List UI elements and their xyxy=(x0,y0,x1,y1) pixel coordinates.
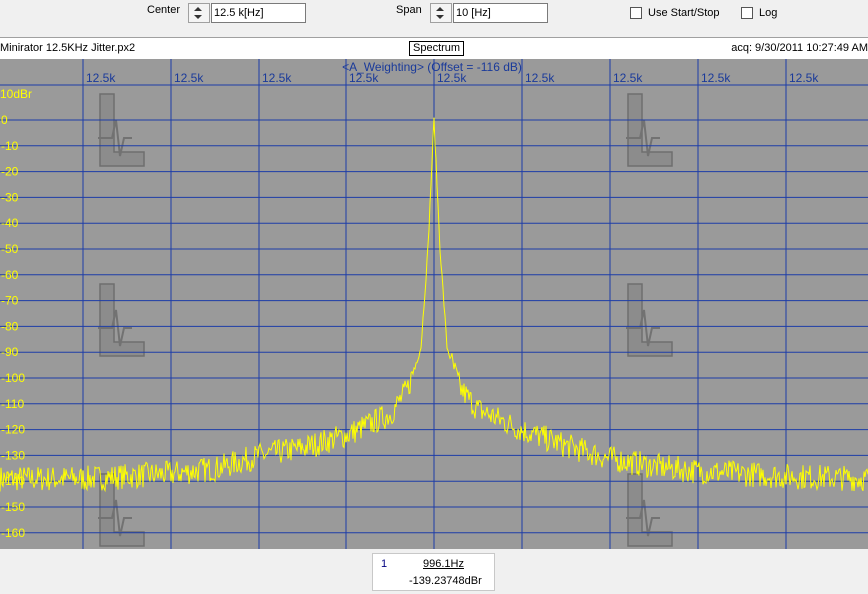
cursor-index: 1 xyxy=(381,558,388,570)
spin-up-icon[interactable] xyxy=(436,7,444,11)
x-tick-label: 12.5k xyxy=(613,71,643,85)
y-tick-label: -130 xyxy=(1,448,25,462)
watermark-logo xyxy=(625,283,673,357)
y-tick-label: -30 xyxy=(1,190,19,204)
x-tick-label: 12.5k xyxy=(701,71,731,85)
y-tick-label: 0 xyxy=(1,113,8,127)
watermark-logo xyxy=(97,283,145,357)
x-tick-label: 12.5k xyxy=(174,71,204,85)
y-tick-label: -150 xyxy=(1,500,25,514)
y-tick-label: -40 xyxy=(1,216,19,230)
y-tick-label: -100 xyxy=(1,371,25,385)
spin-down-icon[interactable] xyxy=(194,15,202,19)
y-tick-label: -50 xyxy=(1,242,19,256)
span-input[interactable]: 10 [Hz] xyxy=(453,3,548,23)
file-name: Minirator 12.5KHz Jitter.px2 xyxy=(0,42,136,54)
x-tick-label: 12.5k xyxy=(525,71,555,85)
acquisition-time: acq: 9/30/2011 10:27:49 AM xyxy=(731,42,868,54)
grid-lines xyxy=(0,59,868,549)
chart-title: <A_Weighting> (Offset = -116 dB) xyxy=(342,60,522,74)
use-start-stop-label: Use Start/Stop xyxy=(648,7,720,19)
toolbar: Center 12.5 k[Hz] Span 10 [Hz] Use Start… xyxy=(0,0,868,36)
center-input[interactable]: 12.5 k[Hz] xyxy=(211,3,306,23)
y-tick-label: -90 xyxy=(1,345,19,359)
y-tick-label: -110 xyxy=(1,397,24,411)
watermark-logo xyxy=(625,93,673,167)
y-tick-label: -10 xyxy=(1,139,19,153)
watermark-layer xyxy=(97,93,673,547)
x-tick-label: 12.5k xyxy=(789,71,819,85)
span-spinner[interactable] xyxy=(430,3,452,23)
spin-down-icon[interactable] xyxy=(436,15,444,19)
span-label: Span xyxy=(396,4,422,16)
center-label: Center xyxy=(147,4,181,16)
y-tick-label: -120 xyxy=(1,423,25,437)
y-tick-label: -160 xyxy=(1,526,25,540)
y-tick-label: -60 xyxy=(1,268,19,282)
spectrum-plot[interactable]: 12.5k 12.5k 12.5k 12.5k 12.5k 12.5k 12.5k 12.5k… xyxy=(0,59,868,549)
cursor-readout: 1 996.1Hz -139.23748dBr xyxy=(372,553,495,591)
cursor-frequency[interactable]: 996.1Hz xyxy=(423,558,464,570)
cursor-value: -139.23748dBr xyxy=(409,575,482,587)
y-axis-unit: 10dBr xyxy=(0,87,32,101)
x-tick-label: 12.5k xyxy=(86,71,116,85)
spectrum-button[interactable]: Spectrum xyxy=(409,41,465,56)
info-bar: Minirator 12.5KHz Jitter.px2 Spectrum ac… xyxy=(0,37,868,59)
y-tick-label: -80 xyxy=(1,319,19,333)
log-label: Log xyxy=(759,7,778,19)
x-tick-label: 12.5k xyxy=(262,71,292,85)
spin-up-icon[interactable] xyxy=(194,7,202,11)
y-tick-label: -70 xyxy=(1,294,19,308)
watermark-logo xyxy=(625,473,673,547)
center-spinner[interactable] xyxy=(188,3,210,23)
watermark-logo xyxy=(97,93,145,167)
log-checkbox[interactable] xyxy=(741,7,753,19)
use-start-stop-checkbox[interactable] xyxy=(630,7,642,19)
spectrum-chart: 12.5k 12.5k 12.5k 12.5k 12.5k 12.5k 12.5k 12.5k… xyxy=(0,59,868,549)
y-tick-label: -20 xyxy=(1,165,19,179)
